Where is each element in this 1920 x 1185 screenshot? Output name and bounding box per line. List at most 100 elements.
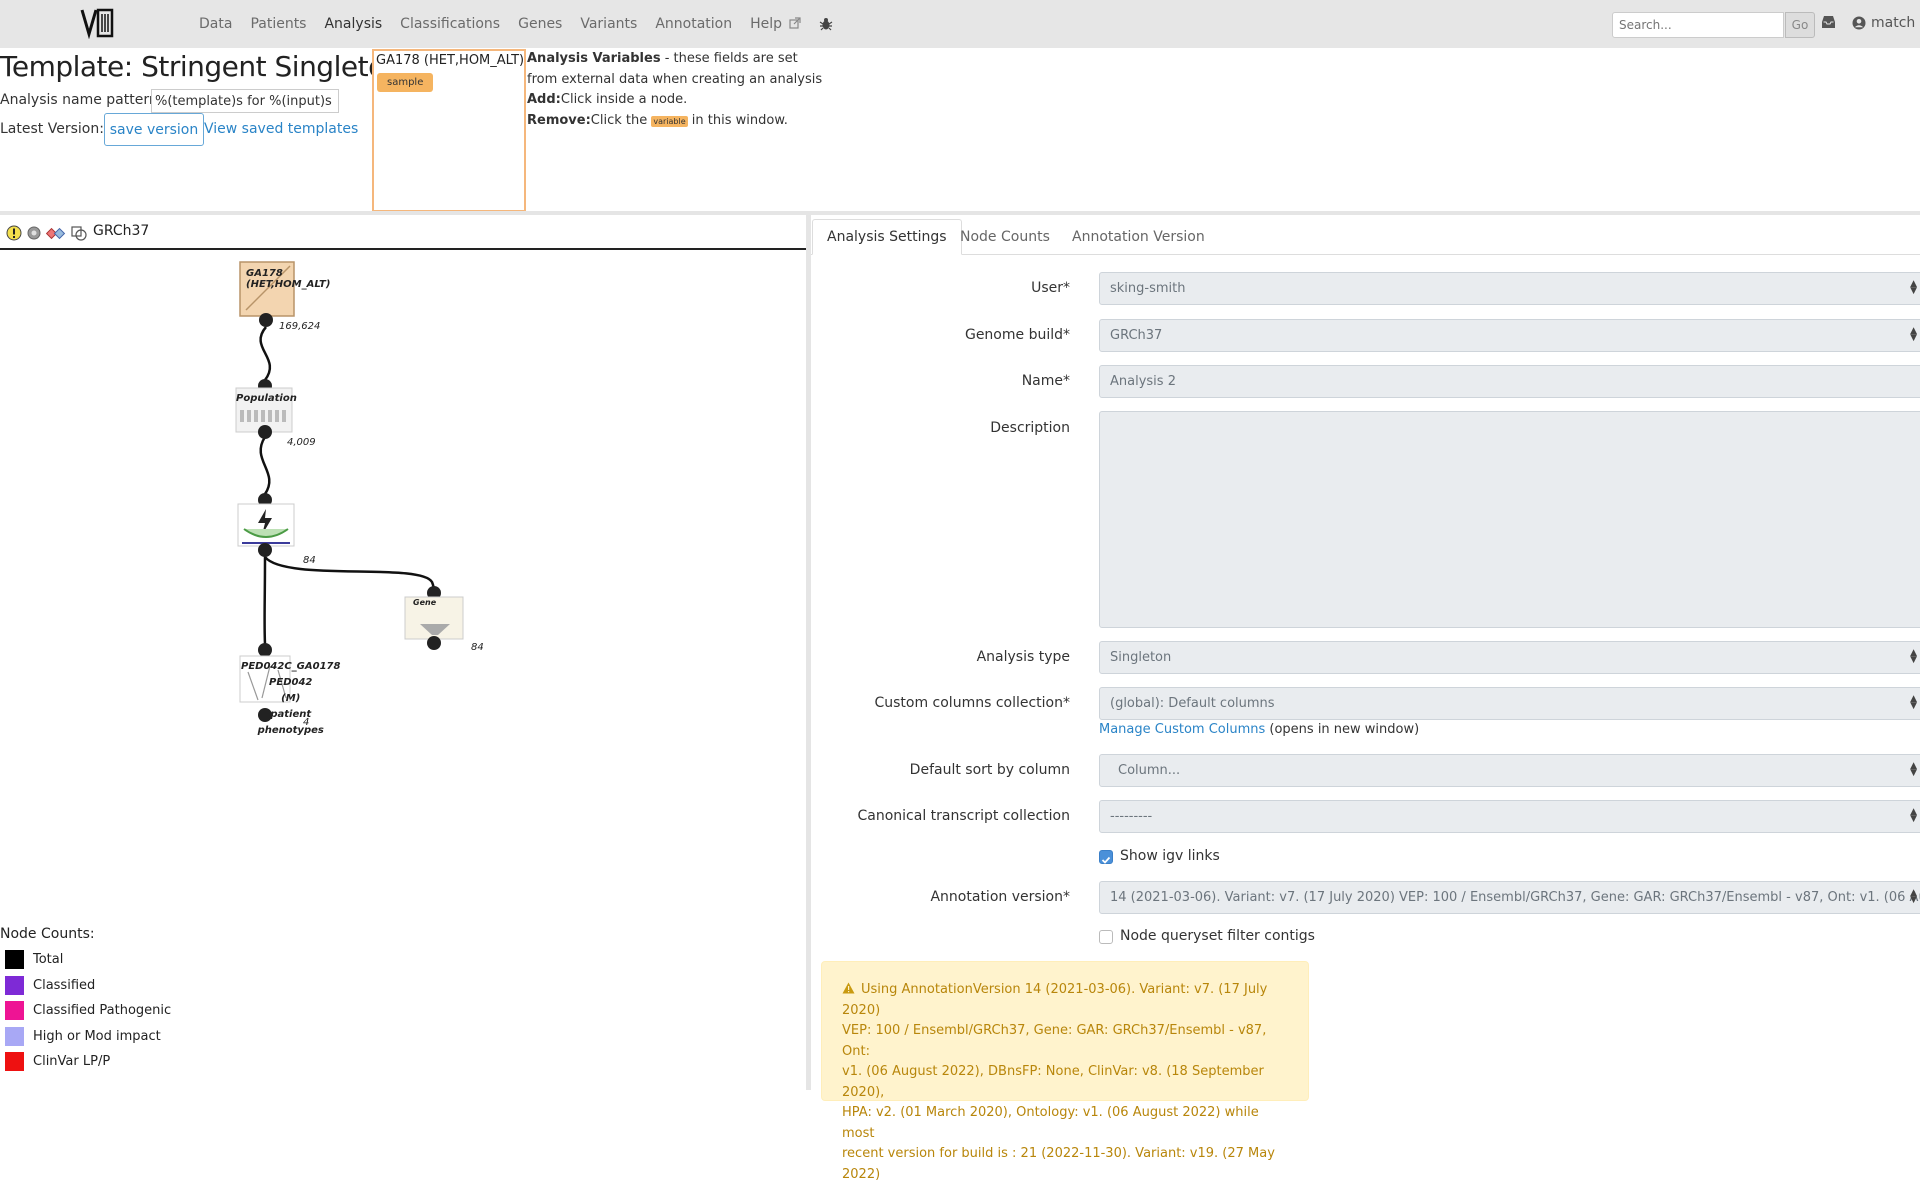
analysis-type-select[interactable]: Singleton ▲▼ [1099, 641, 1920, 674]
sample-node-count: 169,624 [279, 321, 320, 332]
legend-swatch [5, 976, 24, 995]
tab-annotation-version[interactable]: Annotation Version [1058, 219, 1219, 255]
analysis-variables-box: GA178 (HET,HOM_ALT) sample [372, 49, 526, 212]
legend-item-total: Total [5, 950, 63, 969]
help-remove-label: Remove: [527, 113, 591, 128]
search-input[interactable] [1612, 12, 1784, 38]
user-select[interactable]: sking-smith ▲▼ [1099, 272, 1920, 305]
annotation-warning-alert: Using AnnotationVersion 14 (2021-03-06).… [821, 961, 1309, 1101]
section-divider [0, 211, 1920, 215]
nav-menu: Data Patients Analysis Classifications G… [199, 0, 833, 48]
user-label: User* [1031, 280, 1070, 296]
legend-label: ClinVar LP/P [33, 1054, 110, 1069]
population-node-count: 4,009 [287, 437, 316, 448]
tab-analysis-settings[interactable]: Analysis Settings [812, 219, 962, 255]
nav-patients[interactable]: Patients [250, 16, 306, 32]
default-sort-select[interactable]: Column...▲▼ [1099, 754, 1920, 787]
legend-label: High or Mod impact [33, 1029, 161, 1044]
description-label: Description [990, 420, 1070, 436]
version-label: Latest Version:2 [0, 121, 113, 137]
nav-variants[interactable]: Variants [580, 16, 637, 32]
legend-swatch [5, 1027, 24, 1046]
manage-custom-columns-link[interactable]: Manage Custom Columns [1099, 722, 1265, 737]
select-arrows-icon: ▲▼ [1910, 281, 1917, 295]
user-menu[interactable]: match [1871, 15, 1915, 31]
analysis-graph[interactable] [0, 252, 806, 752]
nav-annotation[interactable]: Annotation [655, 16, 732, 32]
select-arrows-icon: ▲▼ [1910, 650, 1917, 664]
select-arrows-icon: ▲▼ [1910, 809, 1917, 823]
gene-list-node[interactable] [405, 586, 463, 650]
sample-node-label: GA178 (HET,HOM_ALT) [246, 268, 330, 290]
legend-label: Total [33, 952, 63, 967]
annotation-version-label: Annotation version* [930, 889, 1070, 905]
help-remove-text-a: Click the [591, 113, 652, 128]
genome-build-label: Genome build* [965, 327, 1070, 343]
custom-columns-select[interactable]: (global): Default columns▲▼ [1099, 687, 1920, 720]
settings-gear-icon[interactable] [26, 225, 42, 241]
default-sort-label: Default sort by column [910, 762, 1070, 778]
select-arrows-icon: ▲▼ [1910, 890, 1917, 904]
panel-splitter[interactable] [806, 215, 811, 1090]
legend-item-high-mod-impact: High or Mod impact [5, 1027, 161, 1046]
sample-variable-badge[interactable]: sample [377, 73, 433, 92]
manage-columns-note: (opens in new window) [1265, 722, 1419, 737]
queryset-contigs-checkbox[interactable] [1099, 930, 1113, 944]
warning-line: VEP: 100 / Ensembl/GRCh37, Gene: GAR: GR… [842, 1021, 1288, 1062]
population-node[interactable] [236, 379, 292, 439]
nav-analysis[interactable]: Analysis [324, 16, 382, 32]
nav-genes[interactable]: Genes [518, 16, 562, 32]
nav-classifications[interactable]: Classifications [400, 16, 500, 32]
save-version-button[interactable]: save version [104, 113, 204, 146]
search-go-button[interactable]: Go [1785, 12, 1815, 38]
warning-circle-icon[interactable] [6, 225, 22, 241]
legend-swatch [5, 1052, 24, 1071]
nav-data[interactable]: Data [199, 16, 232, 32]
pattern-input[interactable] [151, 89, 339, 113]
vg-logo-icon[interactable] [80, 7, 114, 39]
phenotype-node-count: 4 [303, 717, 309, 728]
effect-node-count: 84 [303, 555, 316, 566]
page-title: Template: Stringent Singleton [0, 50, 402, 83]
analysis-type-value: Singleton [1110, 650, 1171, 665]
help-heading-rest: - these fields are set [661, 51, 798, 66]
warning-line: v1. (06 August 2022), DBnsFP: None, Clin… [842, 1062, 1288, 1103]
top-navbar: Data Patients Analysis Classifications G… [0, 0, 1920, 48]
annotation-version-value: 14 (2021-03-06). Variant: v7. (17 July 2… [1110, 890, 1920, 905]
settings-tabs: Analysis Settings Node Counts Annotation… [811, 219, 1920, 255]
phenotype-node-label: PED042C_GA0178 PED042 (M) patient phenot… [241, 659, 340, 739]
annotation-version-select[interactable]: 14 (2021-03-06). Variant: v7. (17 July 2… [1099, 881, 1920, 914]
view-saved-templates-link[interactable]: View saved templates [204, 121, 358, 137]
graph-edge [261, 437, 270, 494]
help-line2: from external data when creating an anal… [527, 70, 822, 91]
bug-icon[interactable] [819, 17, 833, 31]
inbox-icon[interactable] [1821, 15, 1836, 29]
gene-node-label: Gene [413, 597, 436, 608]
analysis-variables-help: Analysis Variables - these fields are se… [527, 49, 822, 132]
legend-label: Classified Pathogenic [33, 1003, 171, 1018]
graph-toolbar: GRCh37 [0, 220, 806, 250]
variable-mini-badge: variable [651, 116, 687, 127]
effect-filter-node[interactable] [238, 493, 294, 557]
user-circle-icon[interactable] [1852, 16, 1866, 30]
gene-node-count: 84 [471, 642, 484, 653]
genome-build-select[interactable]: GRCh37▲▼ [1099, 319, 1920, 352]
user-value: sking-smith [1110, 281, 1185, 296]
nav-help[interactable]: Help [750, 16, 801, 32]
select-arrows-icon: ▲▼ [1910, 696, 1917, 710]
warning-line: HPA: v2. (01 March 2020), Ontology: v1. … [842, 1103, 1288, 1144]
description-textarea[interactable] [1099, 411, 1920, 628]
legend-title: Node Counts: [0, 926, 95, 942]
legend-item-clinvar: ClinVar LP/P [5, 1052, 110, 1071]
canonical-transcript-select[interactable]: --------- ▲▼ [1099, 800, 1920, 833]
queryset-contigs-label: Node queryset filter contigs [1120, 928, 1315, 944]
warning-line: Using AnnotationVersion 14 (2021-03-06).… [842, 982, 1267, 1018]
layout-nodes-icon[interactable] [71, 225, 87, 241]
tab-node-counts[interactable]: Node Counts [946, 219, 1064, 255]
genome-build-value: GRCh37 [1110, 328, 1162, 343]
name-input[interactable]: Analysis 2 [1099, 365, 1920, 398]
add-nodes-icon[interactable] [46, 225, 66, 241]
name-value: Analysis 2 [1110, 374, 1176, 389]
show-igv-checkbox[interactable] [1099, 850, 1113, 864]
canonical-transcript-value: --------- [1110, 809, 1152, 824]
